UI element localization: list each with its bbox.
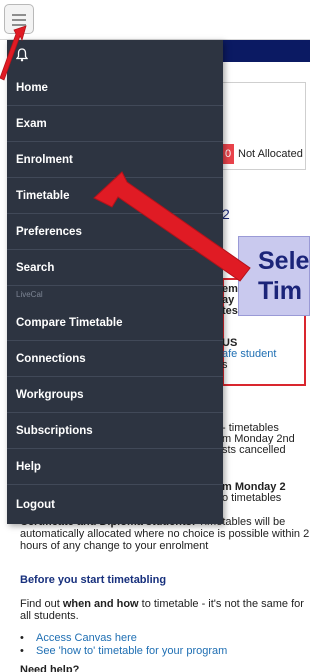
notice-link[interactable]: afe student (222, 348, 276, 360)
hamburger-line-icon (12, 19, 26, 21)
menu-item-help[interactable]: Help (7, 449, 223, 485)
top-bar (0, 0, 310, 40)
help-heading: Need help? (20, 664, 80, 672)
allocation-status-label: Not Allocated (238, 148, 303, 160)
menu-item-compare-timetable[interactable]: Compare Timetable (7, 305, 223, 341)
canvas-link[interactable]: Access Canvas here (36, 632, 137, 644)
hamburger-line-icon (12, 24, 26, 26)
sidebar-menu: Home Exam Enrolment Timetable Preference… (7, 40, 223, 524)
menu-item-exam[interactable]: Exam (7, 106, 223, 142)
menu-item-enrolment[interactable]: Enrolment (7, 142, 223, 178)
menu-item-workgroups[interactable]: Workgroups (7, 377, 223, 413)
how-to-link[interactable]: See 'how to' timetable for your program (36, 645, 227, 657)
menu-item-subscriptions[interactable]: Subscriptions (7, 413, 223, 449)
hamburger-menu-button[interactable] (4, 4, 34, 34)
section-number: 2 (222, 206, 230, 222)
find-out-text: Find out when and how to timetable - it'… (20, 598, 305, 622)
paragraph-line: o timetables (222, 492, 282, 504)
instruction-callout-text: Sele Tim (258, 247, 310, 305)
find-out-prefix: Find out (20, 598, 63, 610)
bell-icon[interactable] (16, 48, 28, 62)
bullet-dot: • (20, 632, 24, 644)
menu-item-logout[interactable]: Logout (7, 487, 223, 523)
header-band (222, 40, 310, 62)
menu-group-label: LiveCal (16, 290, 43, 299)
menu-item-search[interactable]: Search (7, 250, 223, 286)
hamburger-line-icon (12, 14, 26, 16)
bullet-dot: • (20, 645, 24, 657)
menu-item-connections[interactable]: Connections (7, 341, 223, 377)
menu-item-home[interactable]: Home (7, 70, 223, 106)
menu-item-preferences[interactable]: Preferences (7, 214, 223, 250)
notice-text-line: tes (222, 305, 238, 317)
paragraph-line: sts cancelled (222, 444, 286, 456)
before-heading: Before you start timetabling (20, 574, 167, 586)
menu-item-timetable[interactable]: Timetable (7, 178, 223, 214)
find-out-emphasis: when and how (62, 598, 139, 610)
allocation-count-badge: 0 (222, 144, 234, 164)
